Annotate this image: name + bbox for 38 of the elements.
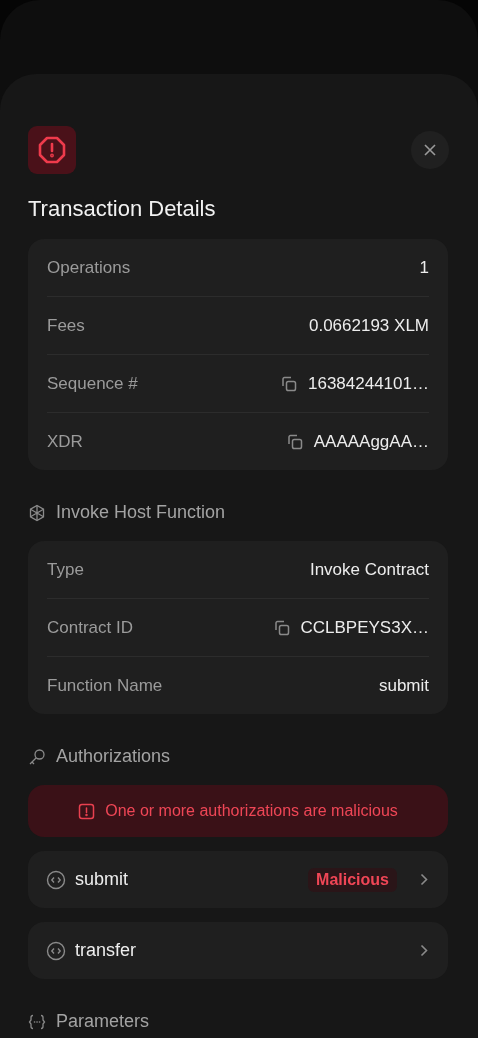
code-icon xyxy=(46,940,66,961)
key-icon xyxy=(28,747,46,766)
function-name: transfer xyxy=(75,940,138,961)
field-value: Invoke Contract xyxy=(309,559,429,580)
close-icon xyxy=(423,143,437,157)
section-heading: Parameters xyxy=(56,1011,150,1032)
status-badge: Malicious xyxy=(308,867,397,892)
section-heading: Authorizations xyxy=(56,746,171,767)
field-value: AAAAAggAA… xyxy=(313,431,429,452)
copy-icon[interactable] xyxy=(272,618,291,637)
code-icon xyxy=(46,869,66,890)
section-heading: Invoke Host Function xyxy=(56,502,226,523)
field-label: Function Name xyxy=(47,675,163,696)
field-label: Fees xyxy=(47,315,85,336)
chevron-icon xyxy=(420,873,428,886)
cube-icon xyxy=(28,503,46,522)
field-value: CCLBPEYS3X… xyxy=(300,617,429,638)
close-button[interactable] xyxy=(411,131,449,169)
field-label: Contract ID xyxy=(47,617,133,638)
copy-icon[interactable] xyxy=(285,432,304,451)
copy-icon[interactable] xyxy=(280,374,298,393)
field-value: 0.0662193 XLM xyxy=(308,315,429,336)
field-label: Type xyxy=(47,559,84,580)
chevron-icon xyxy=(420,944,428,957)
braces-icon xyxy=(28,1012,46,1031)
field-value: submit xyxy=(378,675,429,696)
field-label: Sequence # xyxy=(47,373,138,394)
field-label: XDR xyxy=(47,431,83,452)
alert-icon xyxy=(78,802,96,820)
alert-text: One or more authorizations are malicious xyxy=(105,802,398,820)
sheet-title: Transaction Details xyxy=(28,196,217,222)
authorization-item[interactable]: submit Malicious xyxy=(28,851,448,908)
function-name: submit xyxy=(75,869,129,890)
authorization-item[interactable]: transfer xyxy=(28,922,448,979)
field-value: 1 xyxy=(419,257,429,278)
warning-icon xyxy=(28,126,76,174)
field-value: 16384244101… xyxy=(308,373,429,394)
field-label: Operations xyxy=(47,257,131,278)
